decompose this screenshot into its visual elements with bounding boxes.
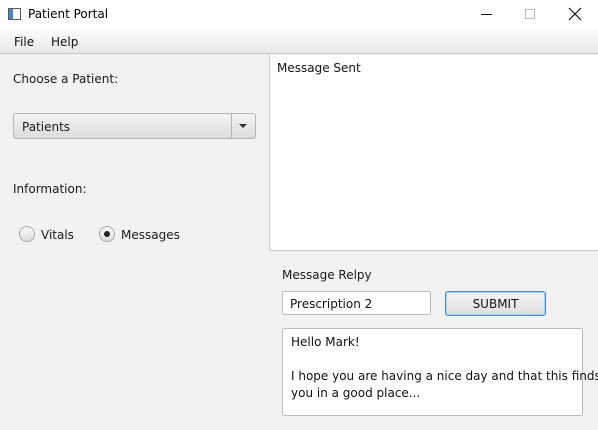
patient-portal-window: Patient Portal File Help Choose a Patien… <box>0 0 598 430</box>
submit-button-label: SUBMIT <box>472 297 519 311</box>
reply-subject-field[interactable]: Prescription 2 <box>282 291 431 315</box>
maximize-icon <box>525 9 535 19</box>
maximize-button[interactable] <box>508 0 554 30</box>
chevron-down-icon <box>239 124 247 128</box>
radio-messages-label[interactable]: Messages <box>121 228 180 242</box>
reply-body-line: you in a good place... <box>291 386 421 400</box>
submit-button[interactable]: SUBMIT <box>445 291 546 316</box>
message-reply-label: Message Relpy <box>282 268 372 282</box>
radio-selected-dot <box>104 231 110 237</box>
radio-vitals-circle[interactable] <box>19 226 35 242</box>
minimize-button[interactable] <box>464 0 510 30</box>
radio-vitals-label[interactable]: Vitals <box>41 228 74 242</box>
reply-body-line: I hope you are having a nice day and tha… <box>291 369 598 383</box>
message-display-area[interactable]: Message Sent <box>269 55 598 251</box>
reply-subject-value: Prescription 2 <box>290 297 373 311</box>
menu-bar: File Help <box>0 30 598 54</box>
close-icon <box>568 7 582 21</box>
window-title: Patient Portal <box>28 7 109 21</box>
message-status-text: Message Sent <box>277 61 361 75</box>
dropdown-arrow-button[interactable] <box>231 114 255 138</box>
reply-body-textarea[interactable]: Hello Mark! I hope you are having a nice… <box>282 328 598 416</box>
radio-messages-circle[interactable] <box>99 226 115 242</box>
information-label: Information: <box>13 182 87 196</box>
menu-file[interactable]: File <box>14 35 34 49</box>
close-button[interactable] <box>552 0 598 30</box>
menu-help[interactable]: Help <box>51 35 78 49</box>
patient-dropdown[interactable]: Patients <box>13 113 256 139</box>
reply-body-line: Hello Mark! <box>291 335 360 349</box>
title-bar[interactable]: Patient Portal <box>0 0 598 30</box>
choose-patient-label: Choose a Patient: <box>13 72 119 86</box>
minimize-icon <box>481 14 492 15</box>
patient-dropdown-value: Patients <box>22 120 71 134</box>
app-window-icon <box>8 8 21 20</box>
